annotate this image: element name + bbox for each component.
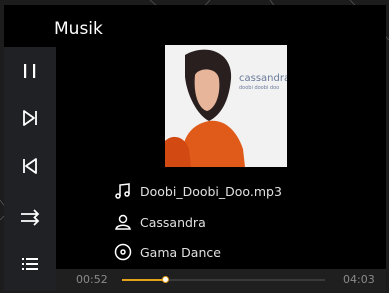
repeat-icon	[21, 209, 40, 226]
album-cover: cassandra doobi doobi doo	[165, 45, 287, 167]
track-artist: Cassandra	[140, 214, 206, 230]
track-album: Gama Dance	[140, 244, 221, 260]
playlist-button[interactable]	[4, 244, 56, 284]
disc-icon	[114, 243, 132, 261]
album-subtitle-text: doobi doobi doo	[239, 85, 279, 91]
previous-track-button[interactable]	[4, 146, 56, 186]
pause-icon	[24, 64, 36, 78]
total-time: 04:03	[343, 273, 375, 286]
music-player-window: Musik cassandra doobi doobi doo Doobi_Do…	[4, 5, 386, 291]
repeat-button[interactable]	[4, 197, 56, 237]
artist-icon	[115, 214, 131, 230]
app-title: Musik	[54, 19, 103, 39]
previous-track-icon	[23, 158, 37, 174]
album-artist-text: cassandra	[239, 73, 287, 84]
track-artist-row: Cassandra	[114, 212, 206, 232]
elapsed-time: 00:52	[76, 273, 108, 286]
pause-button[interactable]	[4, 51, 56, 91]
next-track-button[interactable]	[4, 98, 56, 138]
playlist-icon	[22, 258, 38, 270]
album-cover-art: cassandra doobi doobi doo	[165, 45, 287, 167]
track-file-name: Doobi_Doobi_Doo.mp3	[140, 183, 282, 199]
seek-thumb[interactable]	[162, 276, 170, 283]
playback-sidebar	[4, 47, 56, 291]
seek-fill	[122, 279, 166, 281]
seek-track[interactable]	[122, 276, 325, 283]
music-note-icon	[115, 183, 130, 199]
next-track-icon	[23, 110, 37, 126]
playback-progress-bar: 00:52 04:03	[56, 269, 386, 291]
track-album-row: Gama Dance	[114, 242, 221, 262]
track-file-row: Doobi_Doobi_Doo.mp3	[114, 181, 282, 201]
